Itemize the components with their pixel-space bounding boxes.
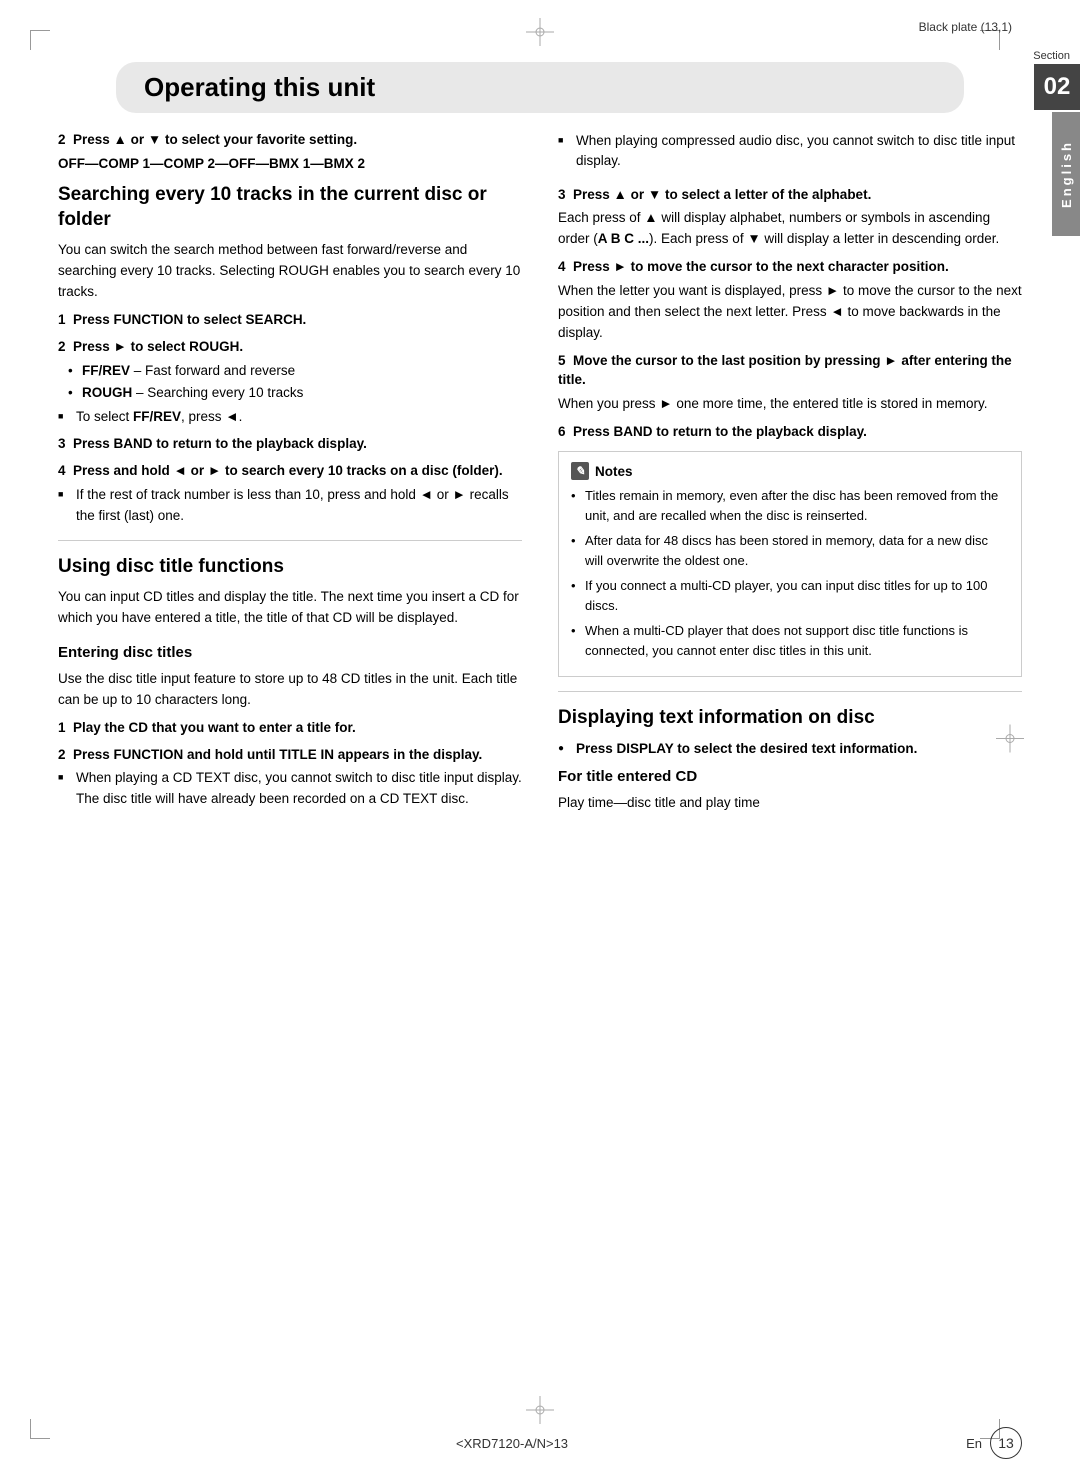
bottom-right: En 13 — [966, 1427, 1022, 1459]
notes-icon: ✎ — [571, 462, 589, 480]
step-1: 1 Press FUNCTION to select SEARCH. — [58, 311, 522, 330]
section-searching-heading: Searching every 10 tracks in the current… — [58, 183, 522, 232]
divider-2 — [558, 691, 1022, 692]
disc-step-1-title: 1 Play the CD that you want to enter a t… — [58, 719, 522, 738]
notes-title: ✎ Notes — [571, 462, 1009, 480]
intro-step: 2 Press ▲ or ▼ to select your favorite s… — [58, 131, 522, 175]
page-container: Black plate (13,1) Section 02 English Op… — [0, 0, 1080, 1479]
right-step-3-body: Each press of ▲ will display alphabet, n… — [558, 208, 1022, 250]
disc-step-2-title: 2 Press FUNCTION and hold until TITLE IN… — [58, 746, 522, 765]
right-step-6: 6 Press BAND to return to the playback d… — [558, 423, 1022, 442]
intro-step-body: OFF—COMP 1—COMP 2—OFF—BMX 1—BMX 2 — [58, 154, 522, 175]
for-title-entered-cd-text: Play time—disc title and play time — [558, 793, 1022, 814]
crosshair-top — [526, 18, 554, 49]
left-column: 2 Press ▲ or ▼ to select your favorite s… — [58, 131, 522, 822]
right-step-4-title: 4 Press ► to move the cursor to the next… — [558, 258, 1022, 277]
step-2-bullets: FF/REV – Fast forward and reverse ROUGH … — [68, 361, 522, 404]
right-step-6-title: 6 Press BAND to return to the playback d… — [558, 423, 1022, 442]
note-3: If you connect a multi-CD player, you ca… — [571, 576, 1009, 615]
section-label: Section — [1033, 50, 1070, 62]
notes-list: Titles remain in memory, even after the … — [571, 486, 1009, 660]
step-4-title: 4 Press and hold ◄ or ► to search every … — [58, 462, 522, 481]
bullet-rough: ROUGH – Searching every 10 tracks — [68, 383, 522, 403]
crosshair-bottom — [526, 1396, 554, 1427]
step-1-title: 1 Press FUNCTION to select SEARCH. — [58, 311, 522, 330]
for-title-entered-cd-heading: For title entered CD — [558, 767, 1022, 787]
right-step-4: 4 Press ► to move the cursor to the next… — [558, 258, 1022, 344]
right-step-5: 5 Move the cursor to the last position b… — [558, 352, 1022, 415]
crosshair-right — [996, 724, 1024, 755]
intro-step-title: 2 Press ▲ or ▼ to select your favorite s… — [58, 131, 522, 150]
right-step-5-title: 5 Move the cursor to the last position b… — [558, 352, 1022, 390]
note-4: When a multi-CD player that does not sup… — [571, 621, 1009, 660]
page-number-box: 13 — [990, 1427, 1022, 1459]
section-disc-title-heading: Using disc title functions — [58, 555, 522, 580]
step-3: 3 Press BAND to return to the playback d… — [58, 435, 522, 454]
right-step-5-body: When you press ► one more time, the ente… — [558, 394, 1022, 415]
step-4-sq-bullet: If the rest of track number is less than… — [58, 485, 522, 526]
section-searching: Searching every 10 tracks in the current… — [58, 183, 522, 526]
right-step-3: 3 Press ▲ or ▼ to select a letter of the… — [558, 186, 1022, 251]
section-displaying-circle-bullet: Press DISPLAY to select the desired text… — [558, 739, 1022, 759]
section-number: 02 — [1034, 64, 1080, 110]
entering-disc-titles-intro: Use the disc title input feature to stor… — [58, 669, 522, 711]
section-tab-group: Section 02 English — [1033, 50, 1080, 236]
language-tab: English — [1052, 112, 1080, 236]
section-disc-title: Using disc title functions You can input… — [58, 555, 522, 809]
bottom-bar: <XRD7120-A/N>13 En 13 — [0, 1427, 1080, 1459]
note-2: After data for 48 discs has been stored … — [571, 531, 1009, 570]
step-3-title: 3 Press BAND to return to the playback d… — [58, 435, 522, 454]
section-searching-intro: You can switch the search method between… — [58, 240, 522, 303]
disc-step-2-sq-bullet: When playing a CD TEXT disc, you cannot … — [58, 768, 522, 809]
main-content: 2 Press ▲ or ▼ to select your favorite s… — [0, 131, 1080, 822]
title-banner: Operating this unit — [116, 62, 964, 113]
note-1: Titles remain in memory, even after the … — [571, 486, 1009, 525]
entering-disc-titles-heading: Entering disc titles — [58, 643, 522, 663]
page-number: 13 — [998, 1435, 1014, 1451]
right-step-4-body: When the letter you want is displayed, p… — [558, 281, 1022, 344]
step-2: 2 Press ► to select ROUGH. FF/REV – Fast… — [58, 338, 522, 428]
top-right-text: Black plate (13,1) — [919, 20, 1012, 34]
step-4: 4 Press and hold ◄ or ► to search every … — [58, 462, 522, 525]
section-displaying-heading: Displaying text information on disc — [558, 706, 1022, 731]
bottom-center: <XRD7120-A/N>13 — [456, 1436, 568, 1451]
bottom-model-text: <XRD7120-A/N>13 — [456, 1436, 568, 1451]
corner-mark-tl — [30, 30, 50, 50]
disc-step-2: 2 Press FUNCTION and hold until TITLE IN… — [58, 746, 522, 809]
bullet-ffrev: FF/REV – Fast forward and reverse — [68, 361, 522, 381]
right-col-top-sq-bullet: When playing compressed audio disc, you … — [558, 131, 1022, 172]
notes-box: ✎ Notes Titles remain in memory, even af… — [558, 451, 1022, 677]
right-column: When playing compressed audio disc, you … — [558, 131, 1022, 822]
divider-1 — [58, 540, 522, 541]
section-displaying: Displaying text information on disc Pres… — [558, 706, 1022, 813]
step-2-title: 2 Press ► to select ROUGH. — [58, 338, 522, 357]
right-step-3-title: 3 Press ▲ or ▼ to select a letter of the… — [558, 186, 1022, 205]
disc-step-1: 1 Play the CD that you want to enter a t… — [58, 719, 522, 738]
step-2-sq-bullet: To select FF/REV, press ◄. — [58, 407, 522, 427]
page-number-prefix: En — [966, 1436, 982, 1451]
section-disc-title-intro: You can input CD titles and display the … — [58, 587, 522, 629]
page-title: Operating this unit — [144, 72, 936, 103]
